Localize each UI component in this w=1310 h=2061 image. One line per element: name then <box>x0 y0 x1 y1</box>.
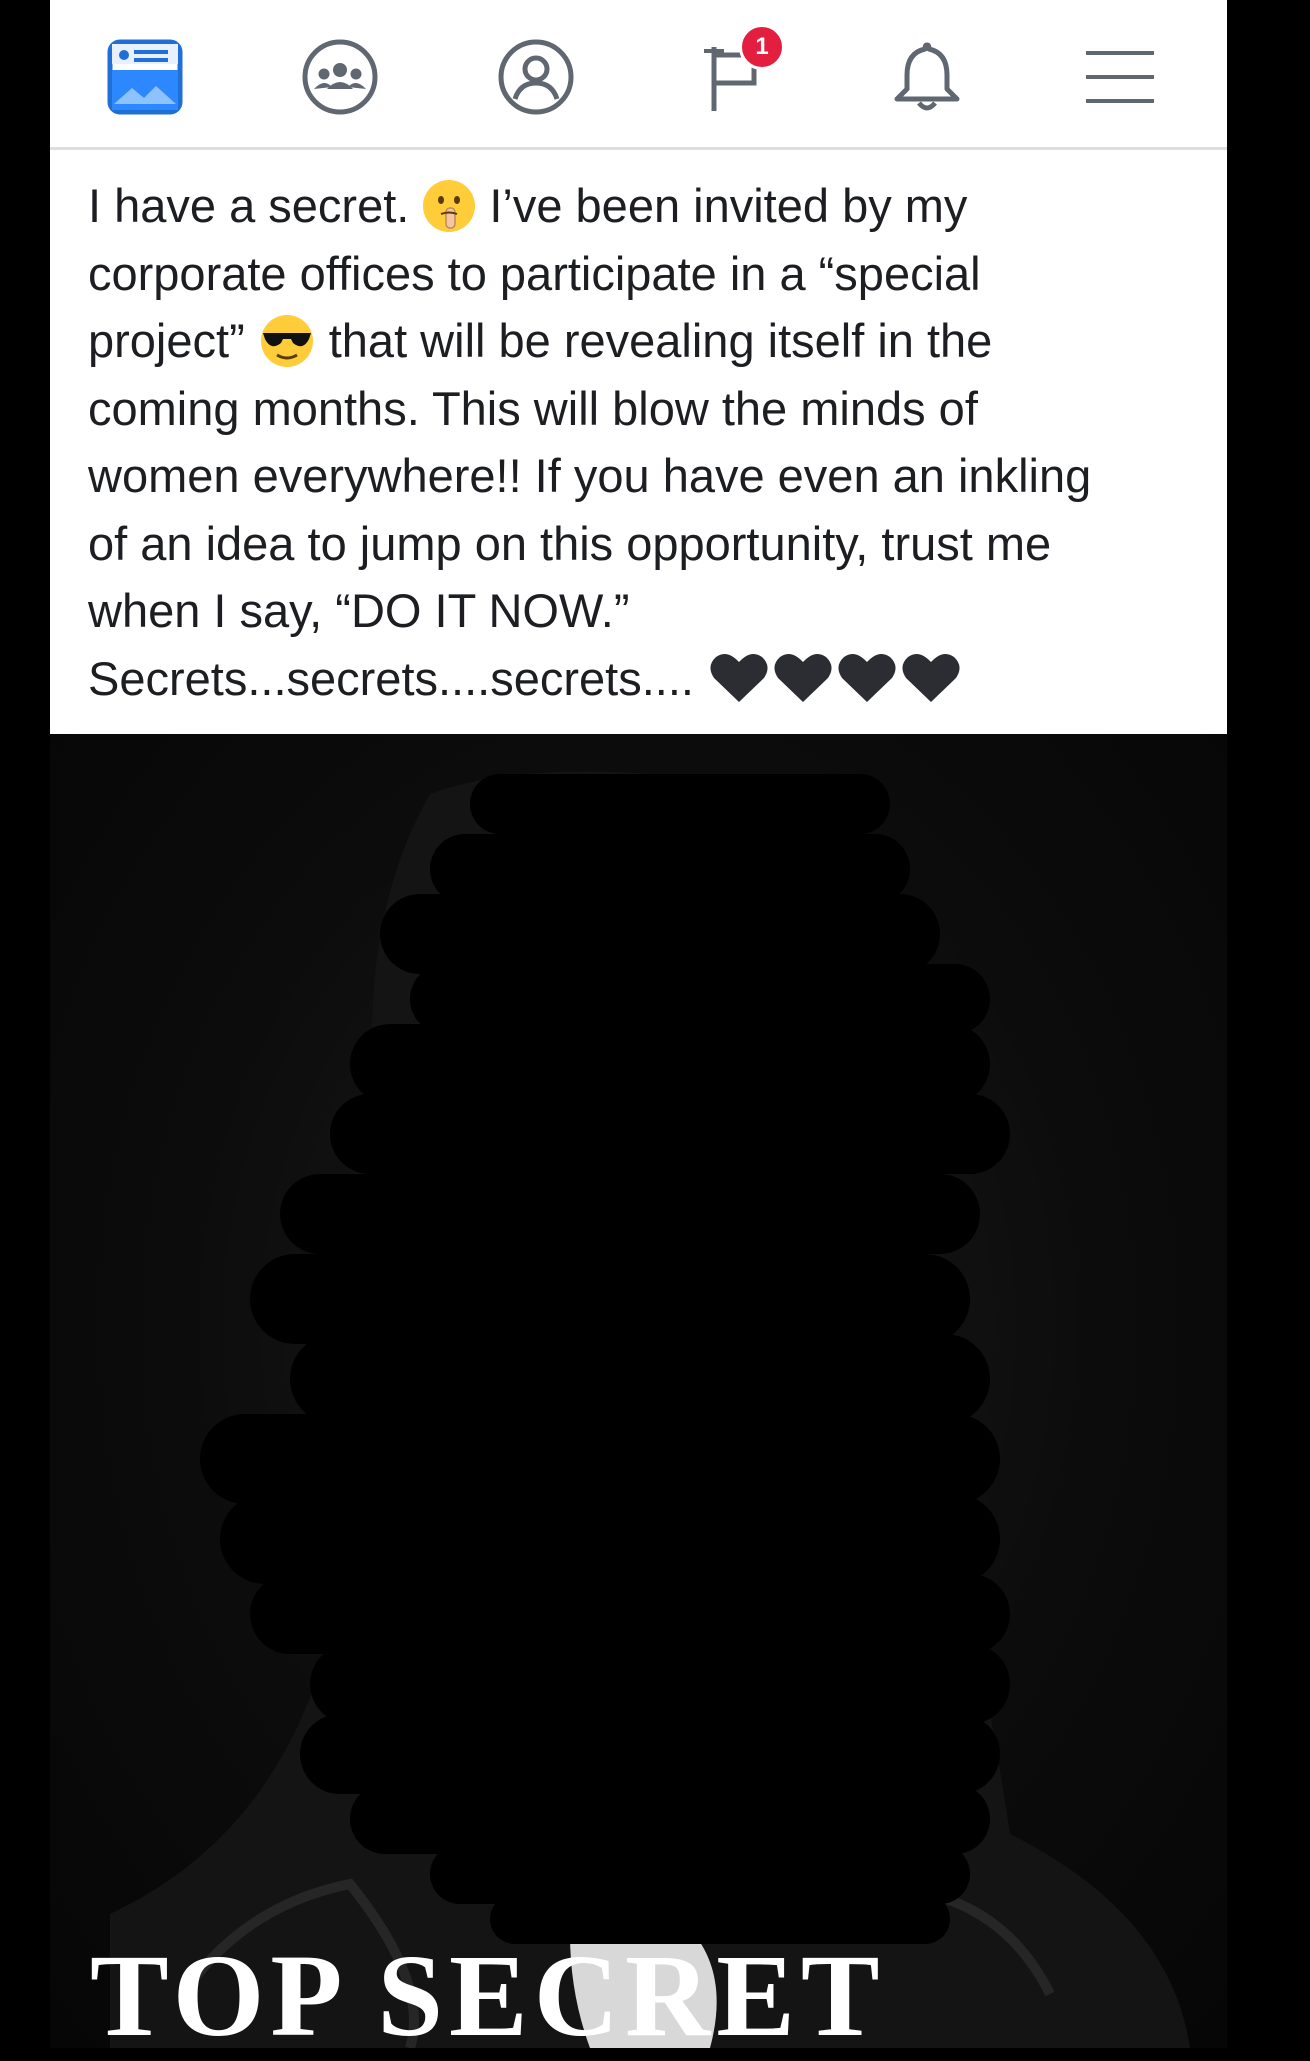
sunglasses-face-emoji-icon <box>260 314 313 367</box>
post-text: women everywhere!! If you have even an i… <box>88 449 1092 502</box>
news-feed-tab[interactable] <box>90 22 200 132</box>
post-line: corporate offices to participate in a “s… <box>88 240 1197 308</box>
post-text: Secrets...secrets....secrets.... <box>88 651 694 705</box>
post-text: coming months. This will blow the minds … <box>88 381 978 435</box>
post-text: project” <box>88 314 245 367</box>
post-line: coming months. This will blow the minds … <box>88 375 1197 443</box>
post-text-body: I have a secret. I’ve been invited by my… <box>50 150 1227 734</box>
menu-tab[interactable] <box>1065 22 1175 132</box>
black-hearts-emoji-group <box>708 650 962 706</box>
pages-tab[interactable]: 1 <box>677 22 787 132</box>
news-feed-icon <box>107 39 183 115</box>
black-heart-icon <box>902 654 960 703</box>
post-text: corporate offices to participate in a “s… <box>88 246 981 300</box>
post-text: of an idea to jump on this opportunity, … <box>88 516 1052 570</box>
black-heart-icon <box>710 654 768 703</box>
post-line: women everywhere!! If you have even an i… <box>88 442 1197 510</box>
black-heart-icon <box>838 654 896 703</box>
top-secret-caption: TOP SECRET <box>90 1930 886 2061</box>
post-text: I’ve been invited by my <box>489 179 968 232</box>
profile-icon <box>498 39 574 115</box>
profile-tab[interactable] <box>481 22 591 132</box>
redacted-figure-image <box>110 771 1190 2048</box>
notifications-tab[interactable] <box>872 22 982 132</box>
post-line: when I say, “DO IT NOW.” <box>88 577 1197 645</box>
shushing-face-emoji-icon <box>423 179 476 232</box>
post-line: of an idea to jump on this opportunity, … <box>88 510 1197 578</box>
post-line: I have a secret. I’ve been invited by my <box>88 172 1197 240</box>
groups-tab[interactable] <box>285 22 395 132</box>
post-line: Secrets...secrets....secrets.... <box>88 645 1197 713</box>
post-line: project” that will be revealing itself i… <box>88 307 1197 375</box>
post-text: I have a secret. <box>88 179 410 232</box>
black-heart-icon <box>774 654 832 703</box>
top-navigation-bar: 1 <box>50 0 1227 150</box>
groups-icon <box>302 39 378 115</box>
post-screenshot: 1 I have a secret. I’ve been invited by … <box>50 0 1227 2061</box>
post-text: when I say, “DO IT NOW.” <box>88 584 630 637</box>
pages-notification-badge: 1 <box>739 24 785 70</box>
notifications-bell-icon <box>894 42 960 111</box>
post-text: that will be revealing itself in the <box>328 314 993 367</box>
post-image[interactable] <box>50 734 1227 2048</box>
menu-icon <box>1086 51 1154 103</box>
